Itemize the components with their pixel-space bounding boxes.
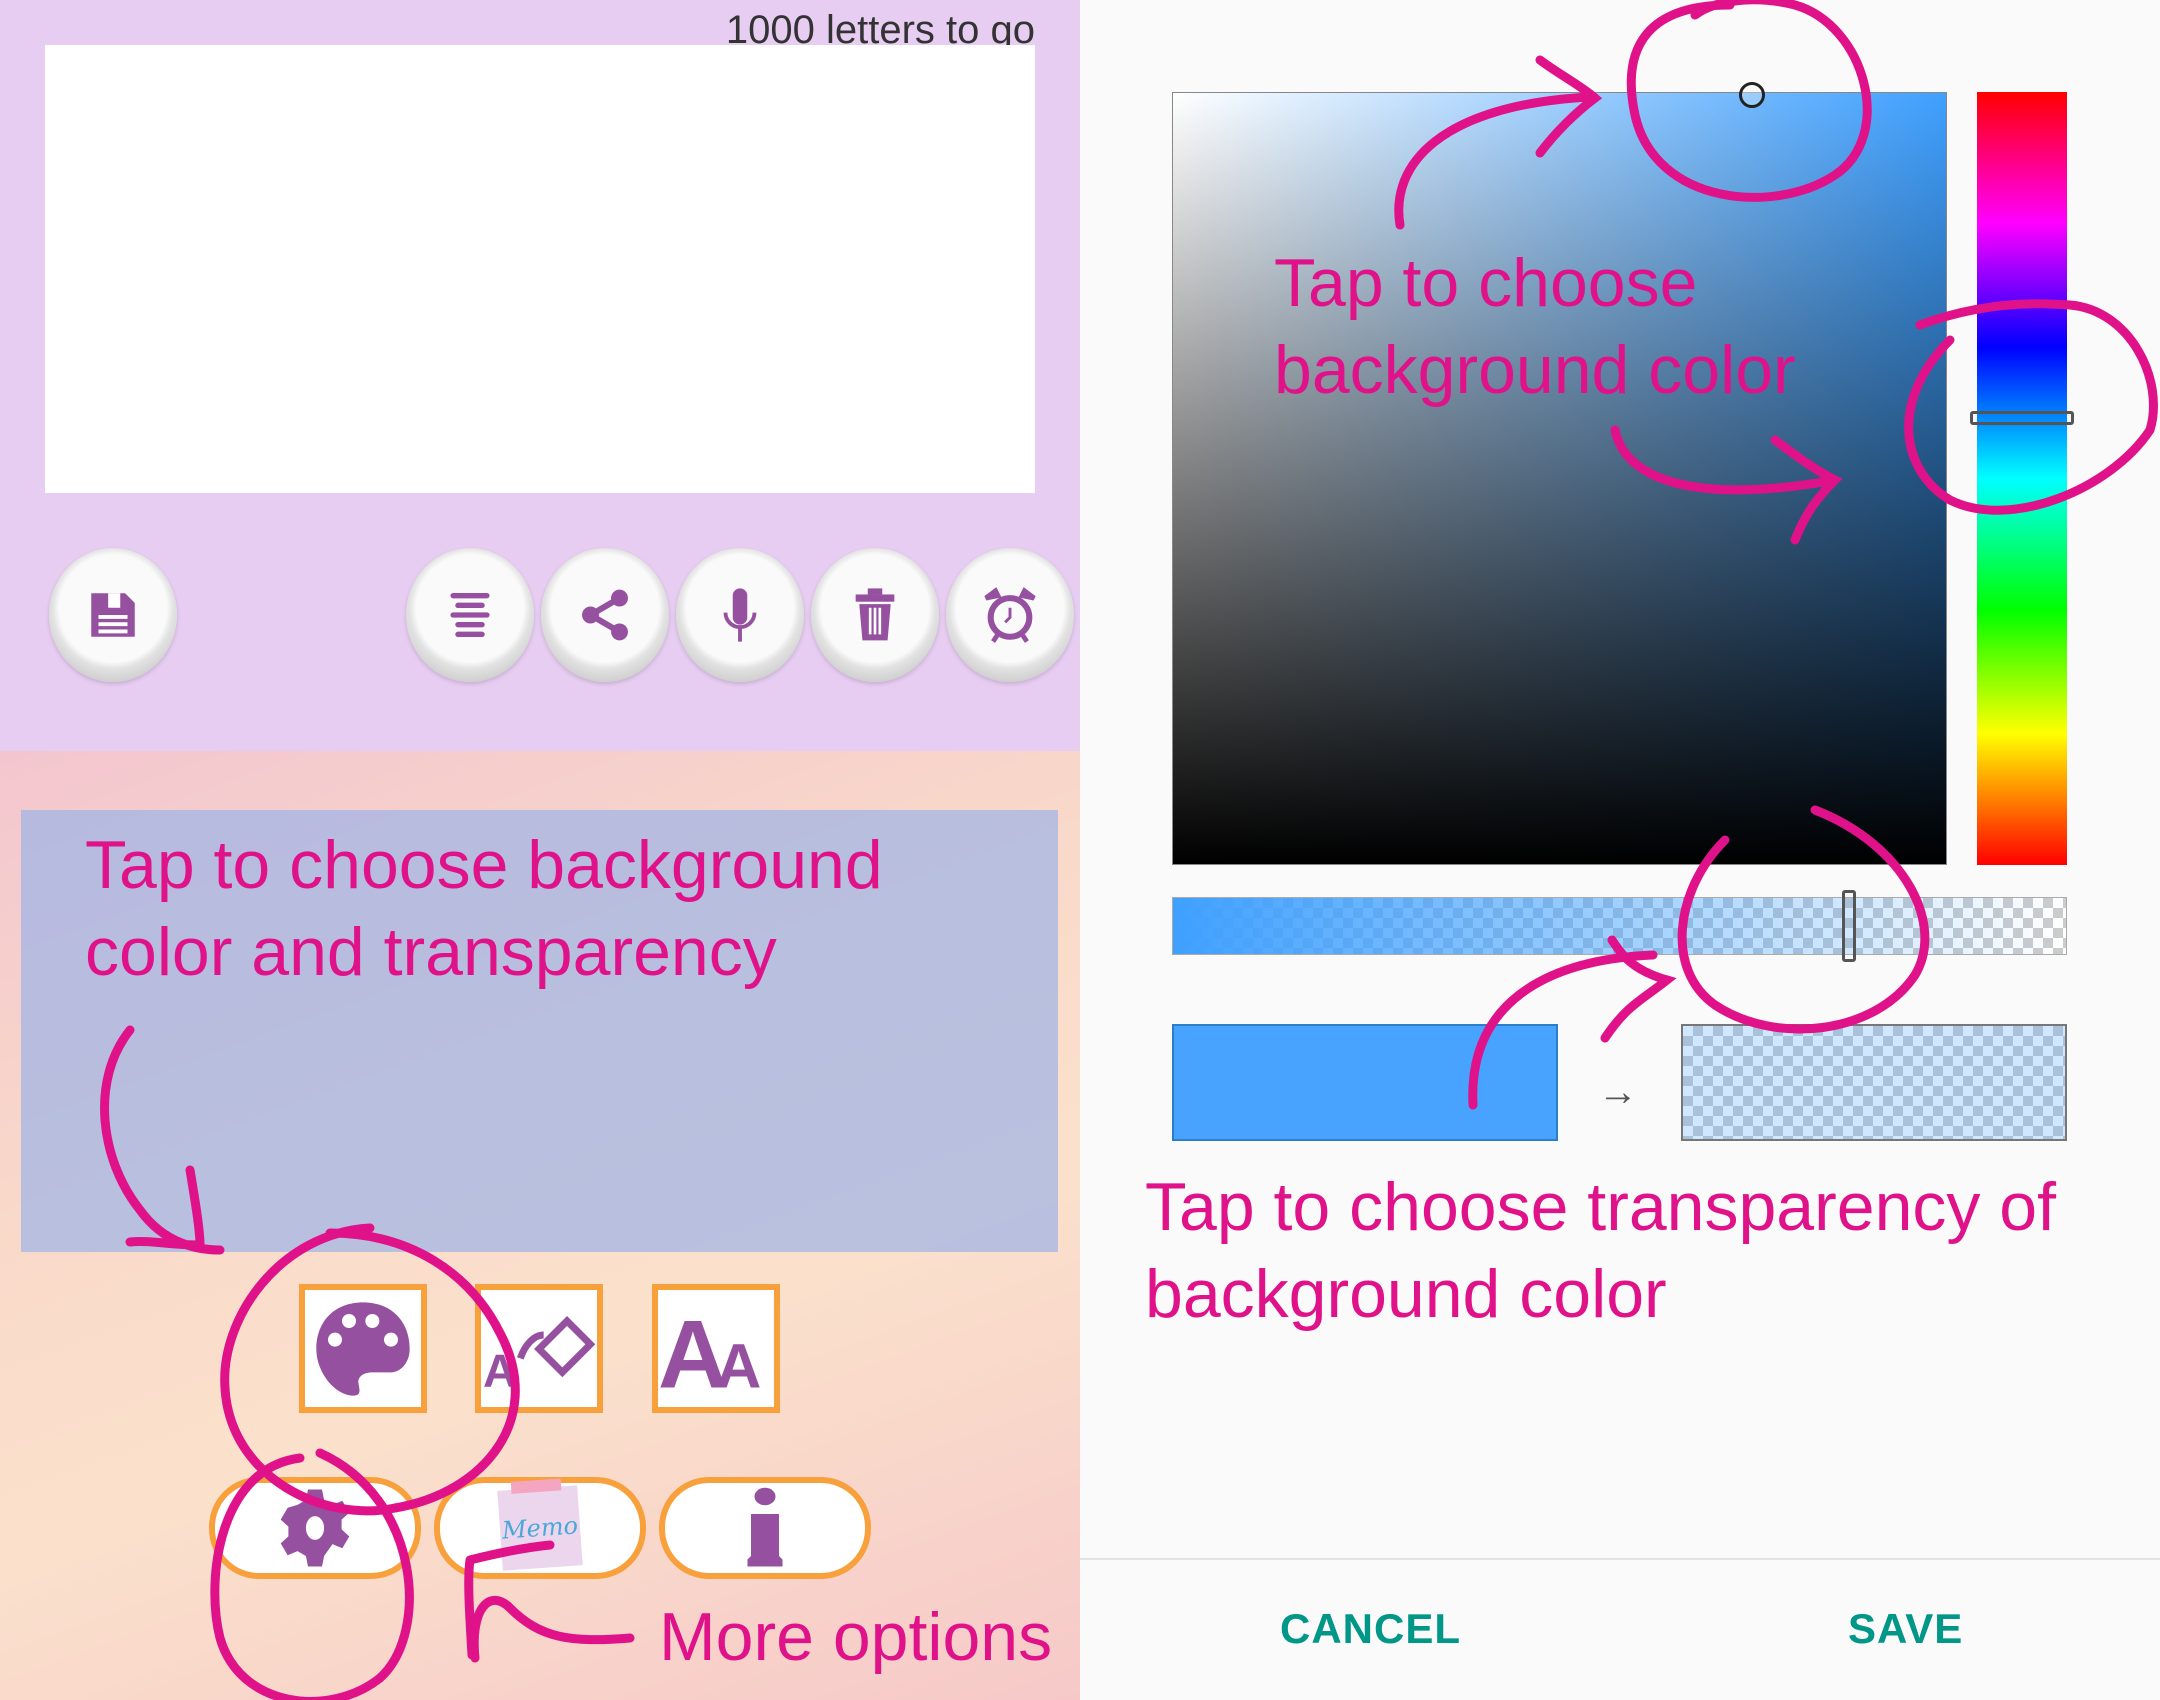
annotation-line: background color xyxy=(1274,332,1796,408)
info-icon xyxy=(747,1487,783,1567)
arrow-icon: → xyxy=(1598,1070,1638,1114)
alarm-button[interactable] xyxy=(946,548,1074,682)
svg-text:A: A xyxy=(716,1331,761,1401)
save-color-button[interactable]: SAVE xyxy=(1848,1605,1963,1653)
original-color-swatch xyxy=(1172,1024,1558,1141)
hue-slider[interactable] xyxy=(1977,92,2067,865)
sv-picker-handle[interactable] xyxy=(1739,82,1765,108)
annotation-line: color and transparency xyxy=(85,914,777,990)
cancel-button[interactable]: CANCEL xyxy=(1280,1605,1461,1653)
memo-label: Memo xyxy=(501,1511,579,1545)
transparency-slider[interactable] xyxy=(1172,897,2067,955)
share-button[interactable] xyxy=(541,548,669,682)
annotation-left: Tap to choose background color and transp… xyxy=(85,822,883,996)
palette-icon xyxy=(316,1301,410,1396)
save-icon xyxy=(91,593,135,637)
microphone-button[interactable] xyxy=(676,548,804,682)
new-color-swatch xyxy=(1681,1024,2067,1141)
text-fill-icon: A xyxy=(483,1315,595,1396)
font-size-button[interactable]: AA xyxy=(652,1284,780,1413)
annotation-line: background color xyxy=(1145,1256,1667,1332)
annotation-line: Tap to choose background xyxy=(85,827,883,903)
memo-icon: Memo xyxy=(497,1478,583,1571)
annotation-line: Tap to choose xyxy=(1274,245,1698,321)
font-size-icon: AA xyxy=(658,1300,761,1406)
annotation-right-top: Tap to choose background color xyxy=(1274,240,1796,414)
note-text-input[interactable] xyxy=(45,45,1035,493)
align-center-icon xyxy=(450,593,490,637)
dialog-divider xyxy=(1080,1558,2160,1560)
gear-icon xyxy=(280,1489,350,1567)
background-color-button[interactable] xyxy=(299,1284,427,1413)
align-button[interactable] xyxy=(406,548,534,682)
annotation-line: Tap to choose transparency of xyxy=(1145,1169,2056,1245)
save-button[interactable] xyxy=(49,548,177,682)
annotation-more-options: More options xyxy=(659,1599,1053,1675)
alarm-clock-icon xyxy=(984,587,1036,643)
trash-icon xyxy=(855,588,895,641)
delete-button[interactable] xyxy=(811,548,939,682)
info-button[interactable] xyxy=(659,1477,871,1579)
transparency-slider-handle[interactable] xyxy=(1842,890,1856,962)
settings-button[interactable] xyxy=(209,1477,421,1579)
memo-button[interactable]: Memo xyxy=(434,1477,646,1579)
saturation-value-picker[interactable] xyxy=(1172,92,1947,865)
share-icon xyxy=(582,589,628,641)
text-color-button[interactable]: A xyxy=(475,1284,603,1413)
svg-text:A: A xyxy=(483,1344,517,1396)
hue-slider-handle[interactable] xyxy=(1970,411,2074,425)
annotation-right-bottom: Tap to choose transparency of background … xyxy=(1145,1164,2056,1338)
microphone-icon xyxy=(723,588,757,642)
